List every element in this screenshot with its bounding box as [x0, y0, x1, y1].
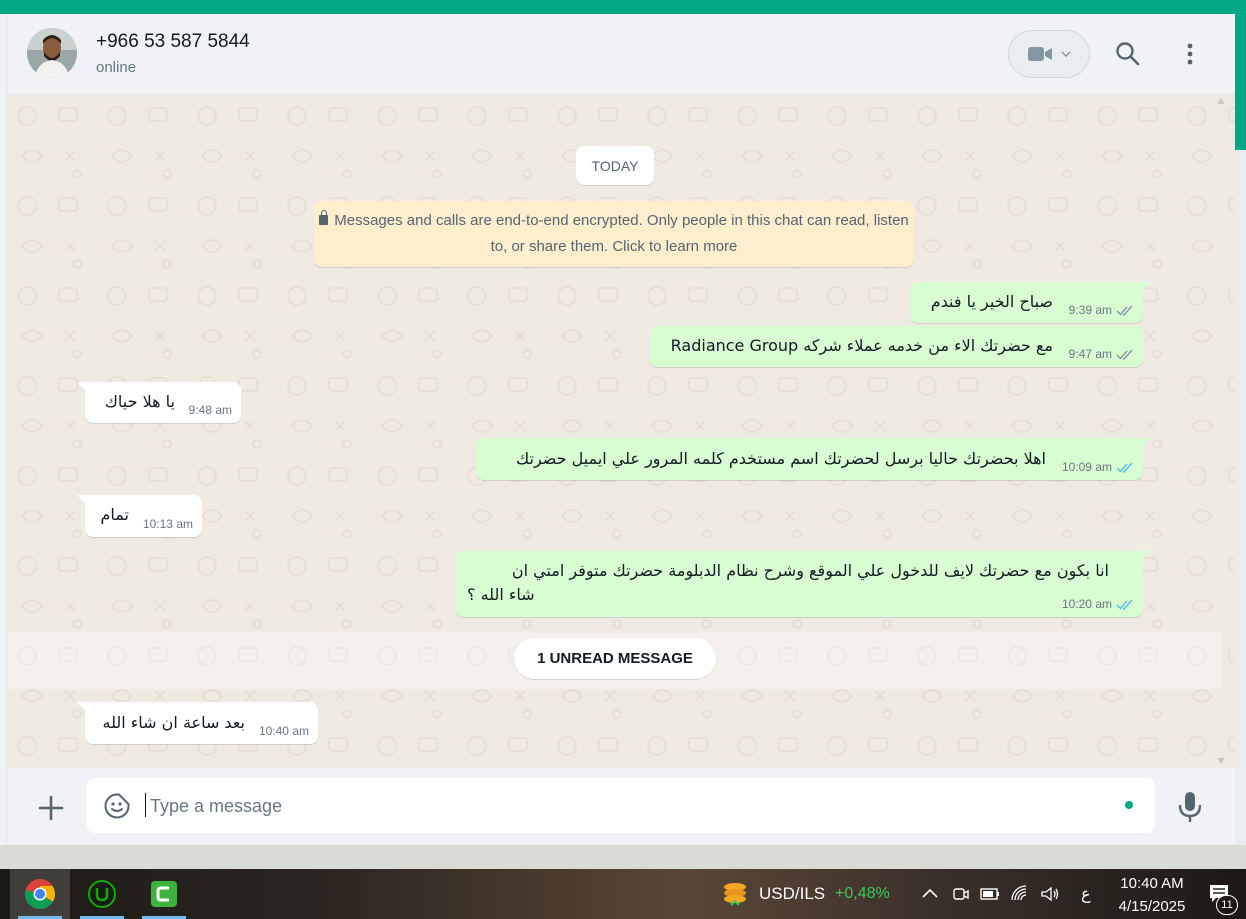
- coins-stack-icon[interactable]: [720, 879, 750, 909]
- message-time: 10:09 am: [1061, 460, 1112, 474]
- date-separator: TODAY: [576, 146, 654, 185]
- message-meta: 10:09 am: [1062, 460, 1134, 474]
- message-time: 9:48 am: [188, 403, 232, 417]
- message-text: تمام: [100, 505, 129, 524]
- message-meta: 9:39 am: [1069, 303, 1134, 317]
- video-camera-icon: [1028, 47, 1052, 61]
- more-options-icon[interactable]: [1176, 40, 1204, 68]
- message-text: صباح الخير يا فندم: [930, 292, 1053, 311]
- message-meta: 9:48 am: [189, 403, 232, 417]
- message-text: بعد ساعة ان شاء الله: [102, 713, 245, 732]
- double-check-icon: [1116, 599, 1133, 610]
- upwork-icon: [88, 880, 116, 908]
- ticker-symbol[interactable]: USD/ILS: [759, 884, 825, 904]
- camtasia-icon: [151, 881, 177, 907]
- window-gap: [0, 845, 1246, 869]
- message-meta: 10:13 am: [143, 517, 193, 531]
- video-call-button[interactable]: [1008, 30, 1090, 78]
- show-hidden-icons-chevron-icon[interactable]: [920, 884, 940, 904]
- contact-avatar[interactable]: [27, 28, 77, 78]
- message-meta: 10:20 am: [1062, 597, 1134, 611]
- message-text-line-2: شاء الله ؟: [467, 585, 535, 604]
- volume-icon[interactable]: [1040, 884, 1060, 904]
- message-time: 9:39 am: [1068, 303, 1112, 317]
- ticker-change[interactable]: +0,48%: [835, 885, 890, 903]
- clock-time[interactable]: 10:40 AM: [1110, 875, 1194, 892]
- battery-icon[interactable]: [980, 884, 1000, 904]
- message-bubble-incoming[interactable]: بعد ساعة ان شاء الله 10:40 am: [77, 702, 318, 744]
- notification-count-badge: 11: [1216, 895, 1238, 915]
- message-text: مع حضرتك الاء من خدمه عملاء شركه Radianc…: [670, 336, 1053, 355]
- chevron-down-icon: [1061, 51, 1071, 57]
- side-strip: [1235, 14, 1246, 845]
- conversation-header[interactable]: +966 53 587 5844 online: [7, 14, 1235, 95]
- taskbar-camtasia-app[interactable]: [134, 869, 194, 919]
- top-accent-bar: [0, 0, 1246, 14]
- sticker-emoji-icon[interactable]: [103, 792, 131, 820]
- contact-status: online: [96, 59, 137, 76]
- message-text: اهلا بحضرتك حاليا برسل لحضرتك اسم مستخدم…: [516, 449, 1046, 468]
- taskbar-upwork-app[interactable]: [72, 869, 132, 919]
- double-check-icon: [1116, 305, 1133, 316]
- message-time: 9:47 am: [1068, 347, 1112, 361]
- message-bubble-incoming[interactable]: تمام 10:13 am: [77, 495, 202, 537]
- clock-date[interactable]: 4/15/2025: [1110, 898, 1194, 915]
- contact-name[interactable]: +966 53 587 5844: [96, 31, 250, 53]
- windows-taskbar: USD/ILS +0,48% ع 10:40 AM 4/15/2025 11: [0, 869, 1246, 919]
- message-text-line-1: انا بكون مع حضرتك لايف للدخول علي الموقع…: [511, 561, 1109, 580]
- attach-plus-icon[interactable]: [35, 792, 67, 824]
- message-time: 10:13 am: [142, 517, 193, 531]
- microphone-icon[interactable]: [1177, 790, 1203, 824]
- message-bubble-outgoing[interactable]: صباح الخير يا فندم 9:39 am: [910, 282, 1151, 323]
- message-bubble-incoming[interactable]: يا هلا حياك 9:48 am: [77, 382, 241, 423]
- message-bubble-outgoing[interactable]: مع حضرتك الاء من خدمه عملاء شركه Radianc…: [650, 326, 1143, 367]
- message-list[interactable]: TODAY Messages and calls are end-to-end …: [7, 96, 1235, 768]
- encryption-notice[interactable]: Messages and calls are end-to-end encryp…: [314, 201, 914, 267]
- message-meta: 10:40 am: [259, 724, 309, 738]
- chrome-icon: [24, 879, 55, 910]
- taskbar-chrome-app[interactable]: [10, 869, 70, 919]
- whatsapp-conversation-panel: +966 53 587 5844 online TODAY Messages a…: [7, 14, 1235, 845]
- encryption-text: Messages and calls are end-to-end encryp…: [334, 212, 909, 255]
- lock-icon: [319, 210, 329, 225]
- scroll-up-arrow[interactable]: [1217, 98, 1225, 104]
- search-icon[interactable]: [1114, 40, 1142, 68]
- message-bubble-outgoing[interactable]: اهلا بحضرتك حاليا برسل لحضرتك اسم مستخدم…: [476, 438, 1151, 480]
- message-text: يا هلا حياك: [104, 392, 175, 411]
- message-time: 10:40 am: [258, 724, 309, 738]
- chat-list-edge: [0, 14, 7, 845]
- composer-bar: [7, 768, 1235, 845]
- message-input-box[interactable]: [87, 778, 1155, 833]
- wifi-icon[interactable]: [1010, 884, 1030, 904]
- unread-messages-label: 1 UNREAD MESSAGE: [514, 638, 716, 679]
- message-bubble-outgoing[interactable]: انا بكون مع حضرتك لايف للدخول علي الموقع…: [456, 551, 1151, 617]
- message-time: 10:20 am: [1061, 597, 1112, 611]
- message-input[interactable]: [150, 791, 1100, 821]
- meet-now-icon[interactable]: [951, 884, 971, 904]
- message-meta: 9:47 am: [1069, 347, 1134, 361]
- double-check-icon: [1116, 349, 1133, 360]
- scroll-down-arrow[interactable]: [1217, 758, 1225, 764]
- text-caret: [145, 793, 146, 817]
- double-check-icon: [1116, 462, 1133, 473]
- grammar-indicator-dot: [1125, 801, 1133, 809]
- input-language-indicator[interactable]: ع: [1081, 884, 1091, 904]
